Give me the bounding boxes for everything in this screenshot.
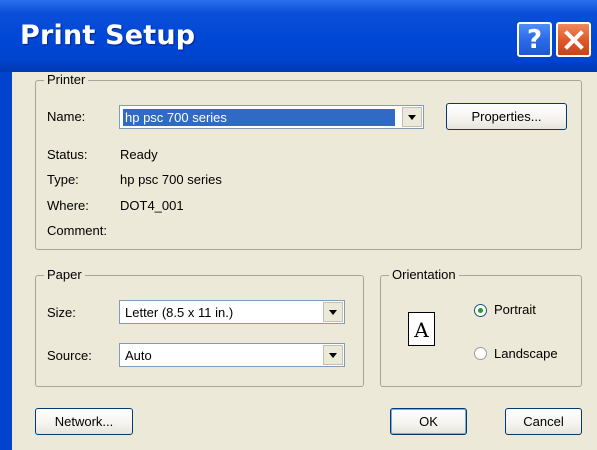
- landscape-radio[interactable]: [474, 347, 487, 360]
- orientation-group-legend: Orientation: [389, 267, 459, 282]
- where-label: Where:: [47, 198, 89, 213]
- close-icon: [563, 29, 584, 50]
- print-setup-dialog: Print Setup ? Printer Name: hp psc 700 s…: [0, 0, 597, 450]
- source-label: Source:: [47, 348, 92, 363]
- type-label: Type:: [47, 172, 79, 187]
- paper-size-select[interactable]: Letter (8.5 x 11 in.): [119, 300, 345, 324]
- close-button[interactable]: [556, 22, 591, 57]
- chevron-down-icon: [329, 309, 337, 315]
- printer-name-value: hp psc 700 series: [123, 109, 395, 126]
- paper-source-dropdown-button[interactable]: [323, 345, 343, 365]
- size-label: Size:: [47, 305, 76, 320]
- printer-group-legend: Printer: [44, 72, 89, 87]
- title-bar[interactable]: Print Setup ?: [0, 0, 597, 72]
- status-label: Status:: [47, 147, 88, 162]
- orientation-group: Orientation A: [380, 267, 582, 387]
- printer-name-dropdown-button[interactable]: [402, 107, 422, 127]
- cancel-button[interactable]: Cancel: [505, 408, 582, 435]
- paper-size-dropdown-button[interactable]: [323, 302, 343, 322]
- paper-size-value: Letter (8.5 x 11 in.): [125, 305, 234, 320]
- comment-label: Comment:: [47, 223, 107, 238]
- name-label: Name:: [47, 109, 86, 124]
- paper-source-value: Auto: [125, 348, 152, 363]
- paper-group-legend: Paper: [44, 267, 85, 282]
- paper-source-select[interactable]: Auto: [119, 343, 345, 367]
- window-title: Print Setup: [20, 20, 196, 51]
- chevron-down-icon: [408, 114, 416, 120]
- landscape-label[interactable]: Landscape: [494, 346, 558, 361]
- status-value: Ready: [120, 147, 158, 162]
- portrait-radio[interactable]: [474, 304, 487, 317]
- network-button[interactable]: Network...: [35, 408, 133, 435]
- properties-button[interactable]: Properties...: [446, 103, 567, 130]
- portrait-label[interactable]: Portrait: [494, 302, 536, 317]
- type-value: hp psc 700 series: [120, 172, 222, 187]
- chevron-down-icon: [329, 352, 337, 358]
- where-value: DOT4_001: [120, 198, 184, 213]
- help-button[interactable]: ?: [517, 22, 552, 57]
- ok-button[interactable]: OK: [390, 408, 467, 435]
- printer-name-select[interactable]: hp psc 700 series: [119, 105, 424, 129]
- svg-text:A: A: [413, 318, 429, 342]
- window-frame-left: [0, 72, 12, 450]
- paper-group: Paper: [35, 267, 364, 387]
- radio-selected-dot: [478, 308, 483, 313]
- help-icon: ?: [526, 24, 543, 55]
- portrait-page-icon: A: [408, 312, 435, 346]
